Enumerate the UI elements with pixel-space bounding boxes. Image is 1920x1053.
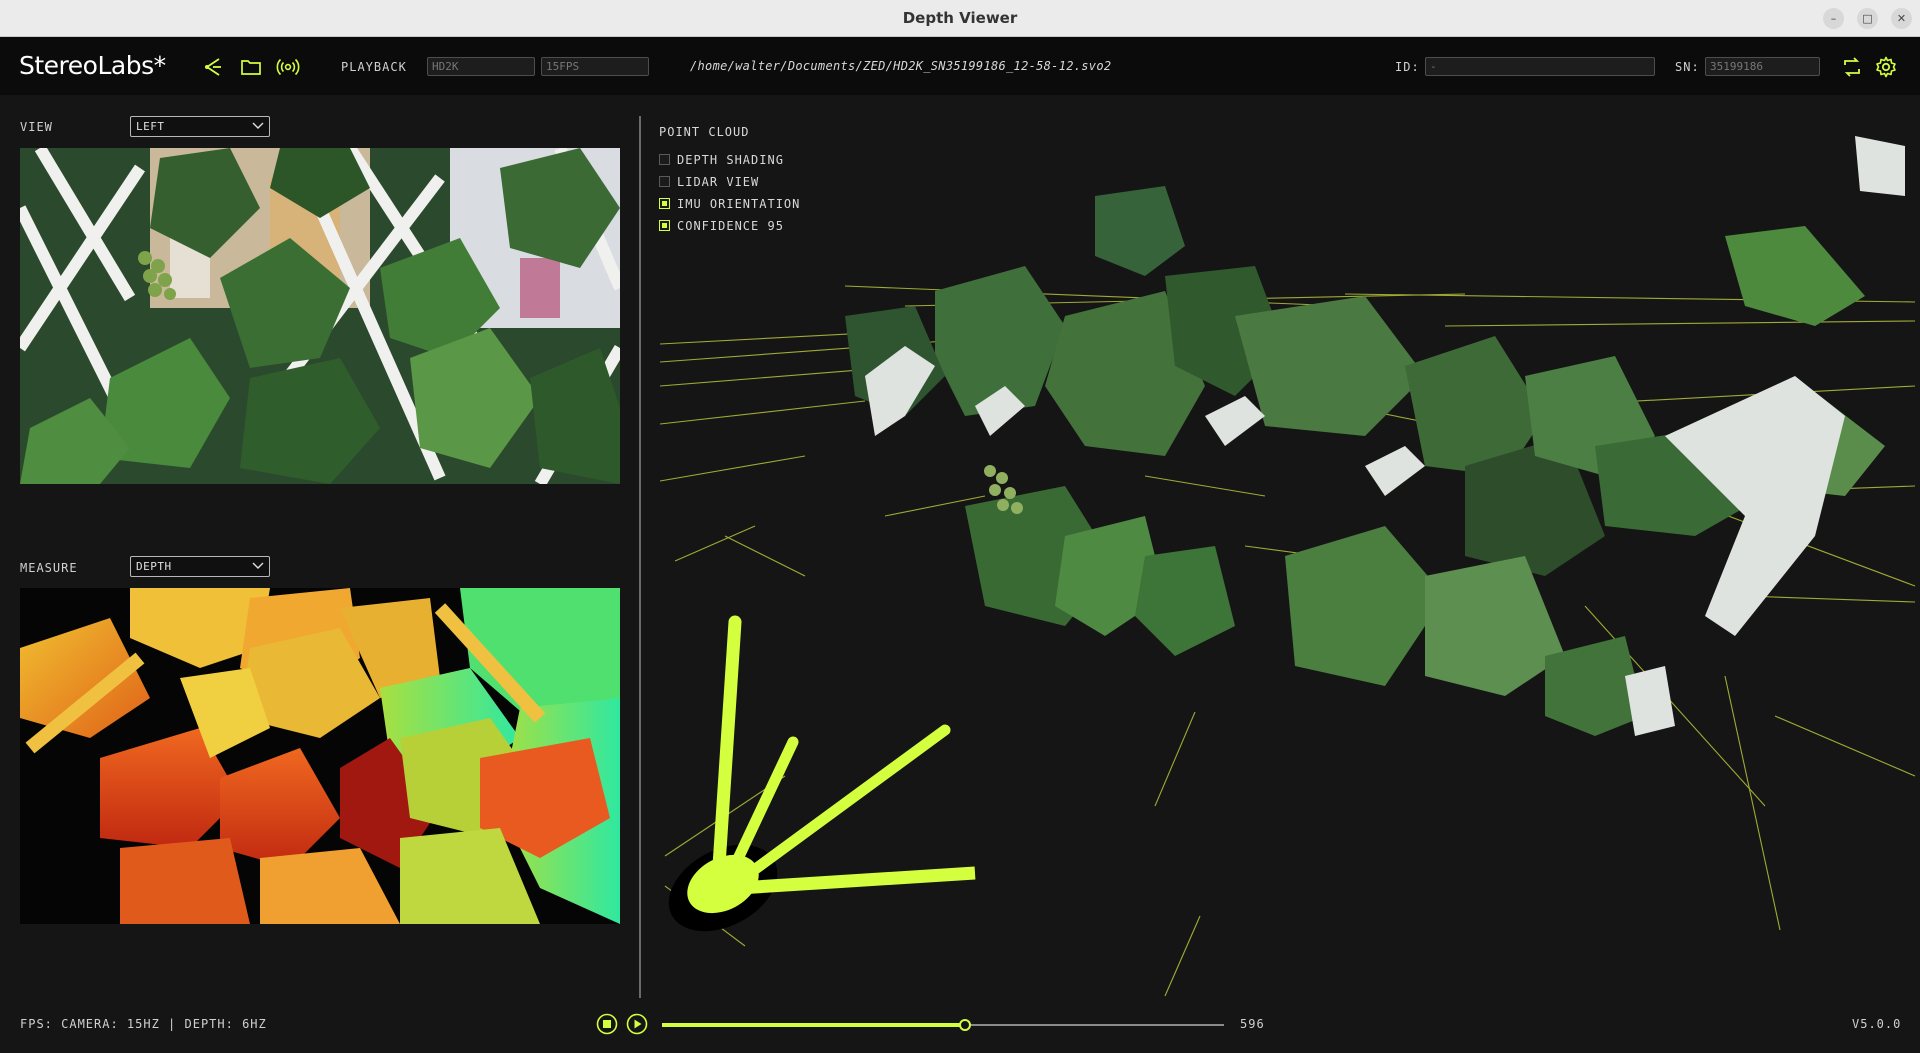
window-title: Depth Viewer (902, 9, 1018, 27)
chevron-down-icon (252, 122, 264, 129)
title-bar: Depth Viewer – □ ✕ (0, 0, 1920, 37)
measure-select[interactable]: DEPTH (130, 556, 270, 577)
left-camera-image (20, 148, 620, 484)
gear-icon[interactable] (1874, 55, 1898, 79)
fps-field[interactable]: 15FPS (541, 57, 649, 76)
minimize-button[interactable]: – (1823, 8, 1844, 29)
app-version: V5.0.0 (1852, 1017, 1902, 1031)
measure-label: MEASURE (20, 561, 78, 575)
mode-label: PLAYBACK (341, 60, 407, 74)
panel-divider[interactable] (639, 116, 641, 998)
toolbar: StereoLabs* PLAYBACK HD2K 15FPS /home/wa… (0, 37, 1920, 95)
play-button[interactable] (626, 1013, 648, 1035)
measure-select-value: DEPTH (136, 560, 172, 573)
option-label: LIDAR VIEW (677, 175, 760, 189)
option-label: CONFIDENCE 95 (677, 219, 784, 233)
option-label: IMU ORIENTATION (677, 197, 801, 211)
id-field[interactable]: - (1425, 57, 1655, 76)
maximize-button[interactable]: □ (1857, 8, 1878, 29)
option-label: DEPTH SHADING (677, 153, 784, 167)
sn-field[interactable]: 35199186 (1705, 57, 1820, 76)
view-select[interactable]: LEFT (130, 116, 270, 137)
playback-slider[interactable] (662, 1019, 1224, 1031)
frame-number: 596 (1240, 1017, 1265, 1031)
stop-button[interactable] (596, 1013, 618, 1035)
app-logo: StereoLabs* (19, 51, 166, 80)
resolution-field[interactable]: HD2K (427, 57, 535, 76)
chevron-down-icon (252, 562, 264, 569)
confidence-95-checkbox[interactable] (659, 220, 670, 231)
playback-slider-handle[interactable] (959, 1019, 972, 1031)
imu-orientation-checkbox[interactable] (659, 198, 670, 209)
playback-progress (662, 1023, 966, 1027)
file-path: /home/walter/Documents/ZED/HD2K_SN351991… (690, 59, 1112, 73)
broadcast-icon[interactable] (276, 55, 300, 79)
depth-map-image (20, 588, 620, 924)
point-cloud-title: POINT CLOUD (659, 125, 750, 139)
view-label: VIEW (20, 120, 53, 134)
refresh-icon[interactable] (1840, 55, 1864, 79)
sn-label: SN: (1675, 60, 1700, 74)
depth-shading-checkbox[interactable] (659, 154, 670, 165)
close-button[interactable]: ✕ (1891, 8, 1912, 29)
id-label: ID: (1395, 60, 1420, 74)
point-cloud-viewport[interactable] (645, 116, 1920, 998)
lidar-view-checkbox[interactable] (659, 176, 670, 187)
view-select-value: LEFT (136, 120, 165, 133)
folder-icon[interactable] (239, 55, 263, 79)
share-icon[interactable] (201, 55, 225, 79)
fps-status: FPS: CAMERA: 15HZ | DEPTH: 6HZ (20, 1017, 267, 1031)
